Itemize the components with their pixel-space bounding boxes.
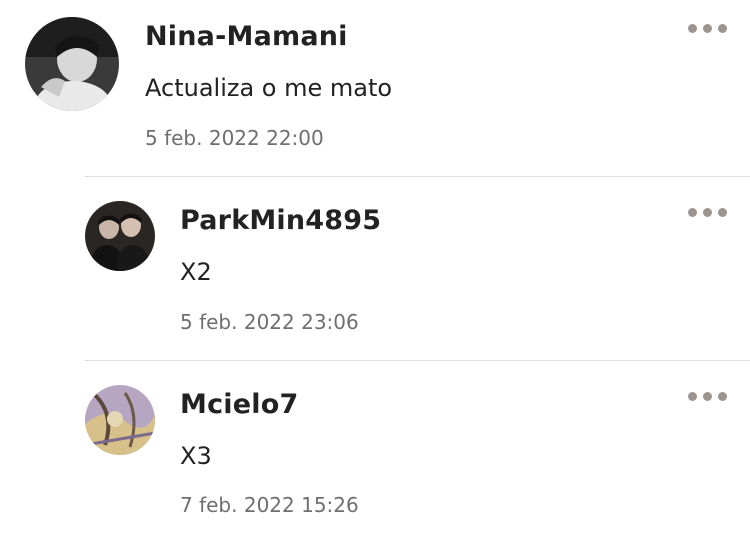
comment-username[interactable]: Mcielo7	[180, 389, 298, 420]
comment-timestamp: 7 feb. 2022 15:26	[180, 493, 359, 517]
reply-item: ParkMin4895 X2 5 feb. 2022 23:06	[0, 177, 750, 360]
user-avatar-illustration-icon	[85, 385, 155, 455]
comment-text: Actualiza o me mato	[145, 74, 393, 102]
comment-text: X2	[180, 258, 212, 286]
avatar[interactable]	[85, 201, 155, 271]
comment-timestamp: 5 feb. 2022 22:00	[145, 126, 324, 150]
avatar[interactable]	[85, 385, 155, 455]
comment-timestamp: 5 feb. 2022 23:06	[180, 310, 359, 334]
user-avatar-photo-dark-icon	[85, 201, 155, 271]
comment-text: X3	[180, 442, 212, 470]
comment-item: Nina-Mamani Actualiza o me mato 5 feb. 2…	[0, 0, 750, 175]
avatar[interactable]	[25, 17, 119, 111]
more-options-icon[interactable]	[688, 389, 728, 403]
user-avatar-photo-grayscale-icon	[25, 17, 119, 111]
more-options-icon[interactable]	[688, 205, 728, 219]
comment-username[interactable]: Nina-Mamani	[145, 21, 348, 52]
more-options-icon[interactable]	[688, 21, 728, 35]
reply-item: Mcielo7 X3 7 feb. 2022 15:26	[0, 361, 750, 545]
comment-username[interactable]: ParkMin4895	[180, 205, 381, 236]
